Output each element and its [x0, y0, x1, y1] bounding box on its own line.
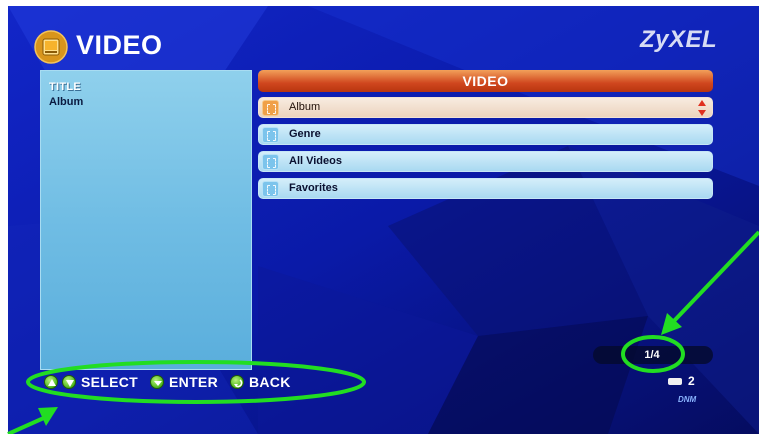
- menu-item-genre[interactable]: Genre: [258, 124, 713, 145]
- info-value: Album: [49, 96, 84, 108]
- down-button-icon: [62, 375, 76, 389]
- dlna-logo: DNM: [678, 395, 697, 404]
- menu-item-label: All Videos: [289, 155, 342, 167]
- menu-item-album[interactable]: Album: [258, 97, 713, 118]
- back-button-icon: [229, 375, 244, 389]
- menu-item-label: Genre: [289, 128, 321, 140]
- tv-screen: VIDEO ZyXEL TITLE Album VIDEO Album Genr…: [8, 6, 759, 434]
- folder-icon: [262, 127, 279, 143]
- enter-hint-label: ENTER: [169, 374, 218, 390]
- storage-count: 2: [688, 374, 695, 388]
- menu-item-all-videos[interactable]: All Videos: [258, 151, 713, 172]
- video-folder-icon: [34, 30, 68, 64]
- menu-item-label: Album: [289, 101, 321, 113]
- info-panel: TITLE Album: [40, 70, 252, 370]
- back-hint-label: BACK: [248, 374, 291, 390]
- page-indicator: 1/4: [644, 349, 660, 361]
- storage-icon: [668, 378, 682, 385]
- button-hint-bar: SELECT ENTER BACK: [44, 372, 299, 392]
- menu-header: VIDEO: [258, 70, 713, 92]
- menu-item-favorites[interactable]: Favorites: [258, 178, 713, 199]
- folder-icon: [262, 181, 279, 197]
- page-title: VIDEO: [76, 30, 163, 60]
- menu-item-label: Favorites: [289, 182, 338, 194]
- folder-icon: [262, 154, 279, 170]
- info-heading: TITLE: [49, 81, 82, 93]
- brand-logo: ZyXEL: [640, 26, 718, 53]
- up-button-icon: [44, 375, 58, 389]
- scroll-arrows-icon[interactable]: [698, 99, 706, 117]
- folder-icon: [262, 100, 279, 116]
- select-hint-label: SELECT: [81, 374, 139, 390]
- enter-button-icon: [150, 375, 165, 389]
